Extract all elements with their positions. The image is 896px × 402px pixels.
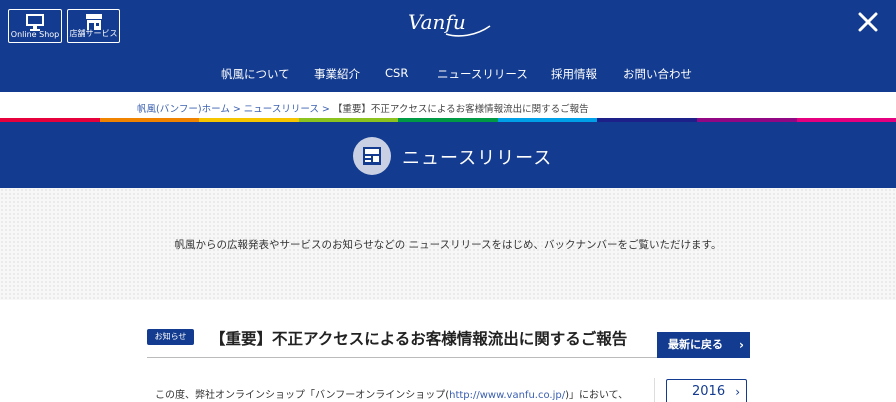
article-body: この度、弊社オンラインショップ「バンフーオンラインショップ(http://www… bbox=[155, 386, 628, 401]
body-prefix: この度、弊社オンラインショップ「バンフーオンラインショップ( bbox=[155, 390, 450, 401]
vanfu-logo[interactable]: Vanfu bbox=[406, 8, 492, 38]
year-archive-button[interactable]: 2016 › bbox=[666, 379, 747, 402]
store-service-button[interactable]: 店舗サービス bbox=[67, 9, 120, 43]
year-label: 2016 bbox=[692, 384, 726, 399]
page-title-band: ニュースリリース bbox=[0, 122, 896, 188]
back-to-latest-label: 最新に戻る bbox=[668, 338, 723, 351]
logo-text: Vanfu bbox=[408, 10, 466, 34]
monitor-icon bbox=[26, 14, 44, 31]
nav-about[interactable]: 帆風について bbox=[221, 66, 290, 82]
shop-url-link[interactable]: http://www.vanfu.co.jp/ bbox=[449, 390, 565, 401]
back-to-latest-button[interactable]: 最新に戻る › bbox=[657, 332, 750, 358]
store-service-label: 店舗サービス bbox=[69, 29, 118, 38]
nav-csr[interactable]: CSR bbox=[385, 66, 408, 80]
article-headline: 【重要】不正アクセスによるお客様情報流出に関するご報告 bbox=[210, 330, 628, 348]
nav-recruit[interactable]: 採用情報 bbox=[551, 66, 597, 82]
chevron-right-icon: › bbox=[735, 385, 740, 399]
nav-contact[interactable]: お問い合わせ bbox=[623, 66, 692, 82]
chevron-right-icon: › bbox=[739, 338, 744, 352]
intro-text: 帆風からの広報発表やサービスのお知らせなどの ニュースリリースをはじめ、バックナ… bbox=[174, 239, 722, 251]
nav-business[interactable]: 事業紹介 bbox=[314, 66, 360, 82]
newspaper-icon bbox=[353, 137, 391, 175]
page-title: ニュースリリース bbox=[402, 148, 553, 169]
breadcrumb: 帆風(バンフー)ホーム > ニュースリリース > 【重要】不正アクセスによるお客様情報流… bbox=[137, 101, 589, 115]
breadcrumb-home[interactable]: 帆風(バンフー)ホーム bbox=[137, 104, 230, 115]
close-icon[interactable] bbox=[858, 12, 878, 32]
breadcrumb-news[interactable]: ニュースリリース bbox=[244, 104, 319, 115]
nav-news[interactable]: ニュースリリース bbox=[437, 66, 528, 82]
category-badge: お知らせ bbox=[147, 329, 194, 345]
sidebar-divider bbox=[654, 378, 655, 402]
headline-divider bbox=[147, 357, 657, 358]
breadcrumb-separator: > bbox=[232, 104, 241, 115]
breadcrumb-separator: > bbox=[321, 104, 330, 115]
online-shop-button[interactable]: Online Shop bbox=[8, 9, 62, 43]
global-nav: 帆風について 事業紹介 CSR ニュースリリース 採用情報 お問い合わせ bbox=[0, 66, 896, 82]
intro-section: 帆風からの広報発表やサービスのお知らせなどの ニュースリリースをはじめ、バックナ… bbox=[0, 188, 896, 300]
site-header: Online Shop 店舗サービス Vanfu 帆風について 事業紹介 CSR… bbox=[0, 0, 896, 92]
body-suffix: )」において、 bbox=[565, 390, 629, 401]
online-shop-label: Online Shop bbox=[10, 30, 60, 39]
breadcrumb-current: 【重要】不正アクセスによるお客様情報流出に関するご報告 bbox=[332, 104, 589, 115]
